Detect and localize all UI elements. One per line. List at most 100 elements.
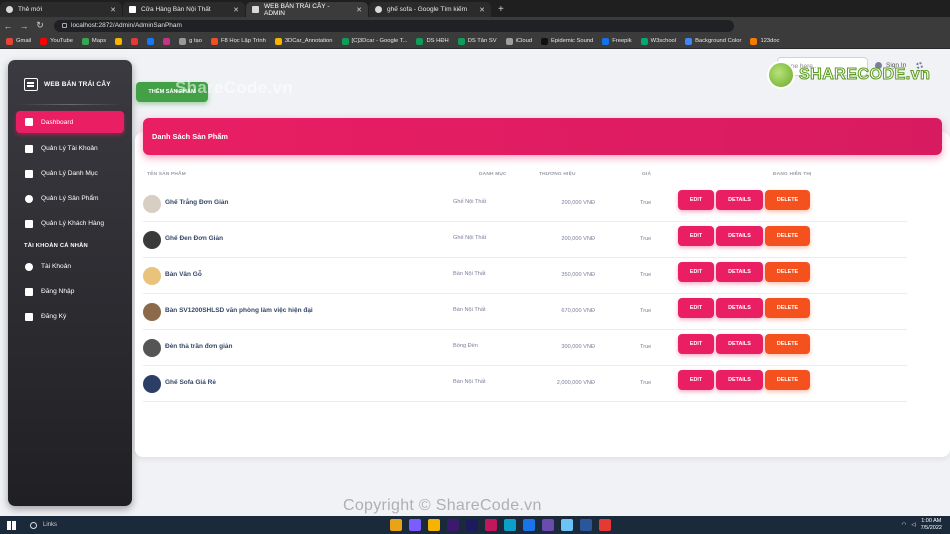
bookmark-favicon-icon — [685, 37, 693, 45]
product-thumbnail — [143, 195, 161, 213]
bookmark-item[interactable]: Background Color — [685, 37, 741, 45]
details-button[interactable]: DETAILS — [716, 334, 763, 354]
taskbar-app-icon[interactable] — [542, 519, 554, 531]
edit-button[interactable]: EDIT — [678, 370, 714, 390]
taskbar-app-icon[interactable] — [580, 519, 592, 531]
tab-admin[interactable]: WEB BÁN TRÁI CÂY - ADMIN ✕ — [246, 2, 368, 17]
new-tab-button[interactable]: + — [498, 2, 504, 17]
bookmark-item[interactable]: W3school — [640, 37, 676, 45]
taskbar-app-icon[interactable] — [485, 519, 497, 531]
bookmark-favicon-icon — [115, 37, 123, 45]
sidebar-item-customers[interactable]: Quản Lý Khách Hàng — [16, 214, 124, 233]
details-button[interactable]: DETAILS — [716, 262, 763, 282]
volume-icon[interactable]: ◁ — [911, 522, 915, 528]
taskbar-app-icon[interactable] — [409, 519, 421, 531]
bookmark-favicon-icon — [211, 37, 219, 45]
sidebar-brand[interactable]: WEB BÁN TRÁI CÂY — [8, 60, 132, 96]
details-button[interactable]: DETAILS — [716, 226, 763, 246]
edit-button[interactable]: EDIT — [678, 262, 714, 282]
delete-button[interactable]: DELETE — [765, 334, 810, 354]
details-button[interactable]: DETAILS — [716, 190, 763, 210]
windows-start-icon[interactable] — [7, 520, 16, 530]
bookmark-item[interactable]: DS HĐH — [416, 37, 449, 45]
bookmark-item[interactable] — [163, 37, 171, 45]
bookmark-item[interactable]: DS Tân SV — [457, 37, 497, 45]
bookmark-item[interactable]: YouTube — [40, 37, 73, 45]
bookmark-favicon-icon — [274, 37, 282, 45]
bookmark-item[interactable]: F8 Học Lập Trình — [211, 37, 266, 45]
sidebar-item-products[interactable]: Quản Lý Sản Phẩm — [16, 189, 124, 208]
delete-button[interactable]: DELETE — [765, 262, 810, 282]
edit-button[interactable]: EDIT — [678, 190, 714, 210]
taskbar-app-icon[interactable] — [390, 519, 402, 531]
details-button[interactable]: DETAILS — [716, 370, 763, 390]
bookmark-item[interactable]: 123doc — [750, 37, 780, 45]
wifi-icon[interactable]: ◠ — [902, 522, 907, 528]
product-shown: True — [640, 200, 652, 206]
bookmark-item[interactable]: Gmail — [6, 37, 31, 45]
address-bar-row: ← → ↻ localhost:2872/Admin/AdminSanPham — [0, 17, 950, 34]
forward-icon[interactable]: → — [16, 21, 32, 31]
details-button[interactable]: DETAILS — [716, 298, 763, 318]
bookmark-item[interactable]: Epidemic Sound — [541, 37, 593, 45]
edit-button[interactable]: EDIT — [678, 298, 714, 318]
back-icon[interactable]: ← — [0, 21, 16, 31]
product-category: Bàn Nội Thất — [453, 307, 486, 313]
delete-button[interactable]: DELETE — [765, 298, 810, 318]
brand-icon — [24, 78, 38, 91]
taskbar-app-icon[interactable] — [599, 519, 611, 531]
delete-button[interactable]: DELETE — [765, 226, 810, 246]
bookmark-item[interactable]: 3DCar_Annotation — [274, 37, 333, 45]
close-icon[interactable]: ✕ — [233, 6, 239, 14]
sidebar-item-account[interactable]: Tài Khoản — [16, 257, 124, 276]
taskbar-app-icon[interactable] — [504, 519, 516, 531]
bookmark-favicon-icon — [131, 37, 139, 45]
sidebar-item-dashboard[interactable]: Dashboard — [16, 111, 124, 133]
bookmark-favicon-icon — [81, 37, 89, 45]
table-row: Bàn Vân Gỗ Bàn Nội Thất 350,000 VNĐ True EDI… — [143, 258, 907, 294]
product-thumbnail — [143, 267, 161, 285]
taskbar-app-icon[interactable] — [523, 519, 535, 531]
bookmark-item[interactable]: Maps — [81, 37, 106, 45]
bookmark-item[interactable] — [115, 37, 123, 45]
table-row: Bàn SV1200SHLSD văn phòng làm việc hiện … — [143, 294, 907, 330]
close-icon[interactable]: ✕ — [110, 6, 116, 14]
sidebar-item-login[interactable]: Đăng Nhập — [16, 282, 124, 301]
reload-icon[interactable]: ↻ — [32, 20, 48, 31]
product-thumbnail — [143, 375, 161, 393]
taskbar-app-icon[interactable] — [561, 519, 573, 531]
bookmark-favicon-icon — [6, 37, 13, 45]
copy-icon — [25, 144, 33, 153]
bookmark-item[interactable] — [147, 37, 155, 45]
close-icon[interactable]: ✕ — [356, 6, 362, 14]
bookmark-item[interactable]: [C]3Dcar - Google T... — [341, 37, 407, 45]
tab-new[interactable]: Thẻ mới ✕ — [0, 2, 122, 17]
product-category: Bàn Nội Thất — [453, 271, 486, 277]
taskbar-app-icon[interactable] — [466, 519, 478, 531]
edit-button[interactable]: EDIT — [678, 334, 714, 354]
browser-tab-bar: Thẻ mới ✕ Cửa Hàng Bàn Nội Thất ✕ WEB BÁN … — [0, 0, 950, 17]
sidebar-item-accounts[interactable]: Quản Lý Tài Khoản — [16, 139, 124, 158]
taskbar-search[interactable]: Links — [30, 516, 360, 534]
taskbar-app-icon[interactable] — [428, 519, 440, 531]
clock[interactable]: 1:00 AM 7/5/2022 — [921, 518, 942, 532]
edit-button[interactable]: EDIT — [678, 226, 714, 246]
delete-button[interactable]: DELETE — [765, 370, 810, 390]
close-icon[interactable]: ✕ — [479, 6, 485, 14]
sidebar-item-register[interactable]: Đăng Ký — [16, 307, 124, 326]
col-header-category: DANH MỤC — [479, 172, 507, 177]
product-thumbnail — [143, 339, 161, 357]
bookmark-item[interactable]: Freepik — [602, 37, 632, 45]
bookmark-item[interactable]: iCloud — [505, 37, 532, 45]
tab-google[interactable]: ghế sofa - Google Tìm kiếm ✕ — [369, 2, 491, 17]
delete-button[interactable]: DELETE — [765, 190, 810, 210]
bookmark-item[interactable]: g tạo — [179, 37, 202, 45]
bookmark-favicon-icon — [505, 37, 513, 45]
bookmark-item[interactable] — [131, 37, 139, 45]
url-field[interactable]: localhost:2872/Admin/AdminSanPham — [54, 19, 734, 32]
search-icon — [30, 521, 37, 529]
product-name: Ghế Trắng Đơn Giản — [165, 199, 229, 206]
taskbar-app-icon[interactable] — [447, 519, 459, 531]
section-label-personal: TÀI KHOẢN CÁ NHÂN — [24, 243, 88, 249]
tab-store[interactable]: Cửa Hàng Bàn Nội Thất ✕ — [123, 2, 245, 17]
